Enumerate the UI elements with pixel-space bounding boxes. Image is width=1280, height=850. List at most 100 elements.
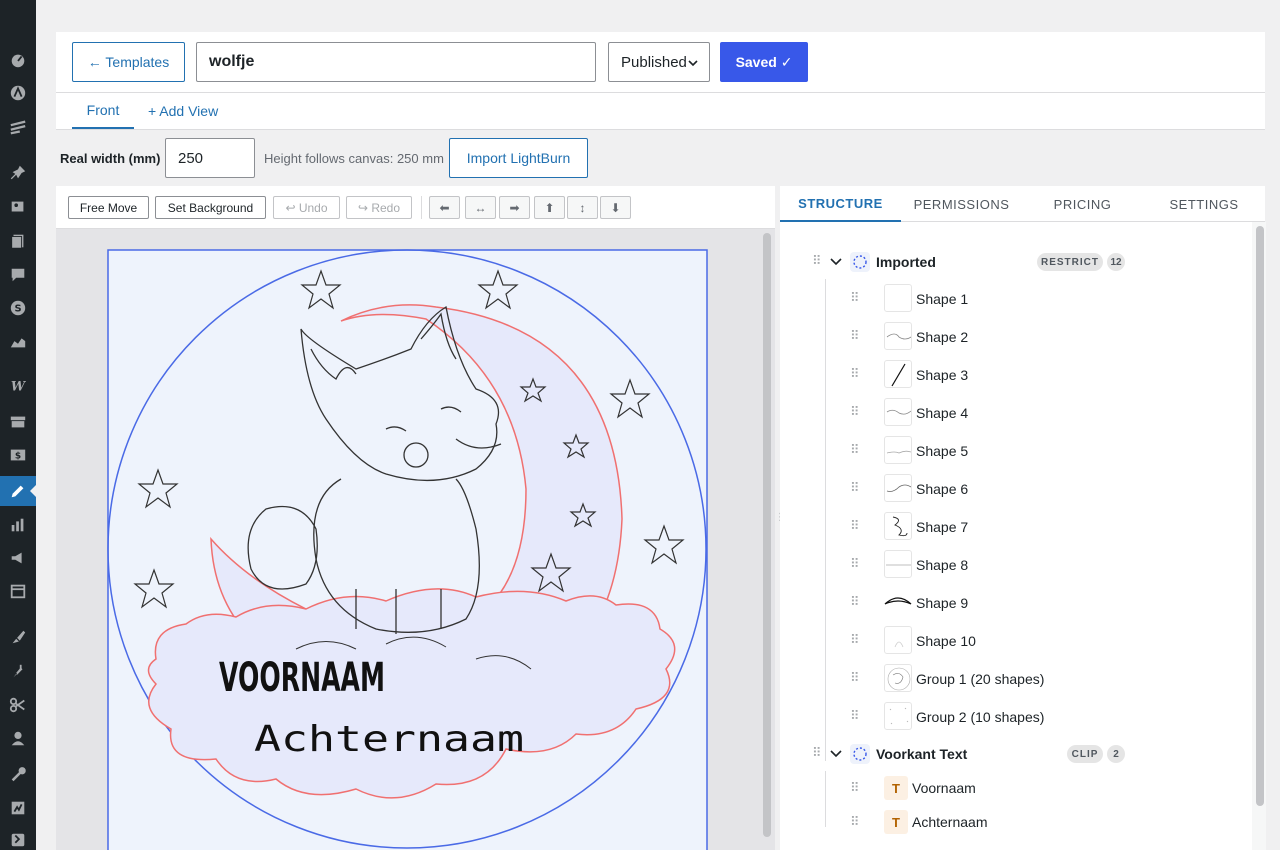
shape-thumbnail <box>884 322 912 350</box>
restrict-badge[interactable]: RESTRICT <box>1037 253 1103 271</box>
users-icon[interactable] <box>0 724 36 754</box>
payments-icon[interactable]: $ <box>0 440 36 470</box>
tree-item[interactable]: ⠿ Shape 10 <box>780 621 1250 659</box>
shape-thumbnail <box>884 436 912 464</box>
drag-handle-icon[interactable]: ⠿ <box>850 328 859 344</box>
align-center-h-button[interactable]: ↔ <box>465 196 496 219</box>
align-bottom-button[interactable]: ⬇ <box>600 196 631 219</box>
tree-group-imported[interactable]: ⠿ Imported RESTRICT 12 <box>780 247 1250 277</box>
canvas-last-name-text[interactable]: Achternaam <box>254 719 524 760</box>
tree-item[interactable]: ⠿ Shape 5 <box>780 431 1250 469</box>
drag-handle-icon[interactable]: ⠿ <box>850 366 859 382</box>
item-label: Shape 9 <box>916 595 969 611</box>
item-label: Group 2 (10 shapes) <box>916 709 1045 725</box>
drag-handle-icon[interactable]: ⠿ <box>850 708 859 724</box>
canvas-panel: Free Move Set Background ↩ Undo ↪ Redo ⬅… <box>56 186 775 850</box>
chevron-down-icon[interactable] <box>830 257 842 267</box>
align-center-v-button[interactable]: ↕ <box>567 196 598 219</box>
reports-icon[interactable] <box>0 510 36 540</box>
drag-handle-icon[interactable]: ⠿ <box>850 290 859 306</box>
tree-item[interactable]: ⠿ Shape 4 <box>780 393 1250 431</box>
clip-badge[interactable]: CLIP <box>1067 745 1103 763</box>
tree-item[interactable]: ⠿ Group 1 (20 shapes) <box>780 659 1250 697</box>
drag-handle-icon[interactable]: ⠿ <box>850 670 859 686</box>
align-top-button[interactable]: ⬆ <box>534 196 565 219</box>
save-button[interactable]: Saved ✓ <box>720 42 808 82</box>
free-move-button[interactable]: Free Move <box>68 196 149 219</box>
appearance-brush-icon[interactable] <box>0 622 36 652</box>
media-icon[interactable] <box>0 192 36 222</box>
tree-item[interactable]: ⠿ Shape 8 <box>780 545 1250 583</box>
collapse-icon[interactable] <box>0 825 36 850</box>
drag-handle-icon[interactable]: ⠿ <box>850 518 859 534</box>
tree-item[interactable]: ⠿ T Voornaam <box>780 771 1250 809</box>
tab-front[interactable]: Front <box>72 93 134 129</box>
align-left-button[interactable]: ⬅ <box>429 196 460 219</box>
drag-handle-icon[interactable]: ⠿ <box>850 780 859 796</box>
chevron-down-icon[interactable] <box>830 749 842 759</box>
tree-item[interactable]: ⠿ Shape 1 <box>780 279 1250 317</box>
tree-item[interactable]: ⠿ Shape 6 <box>780 469 1250 507</box>
tree-item[interactable]: ⠿ Shape 3 <box>780 355 1250 393</box>
toolbar-divider <box>421 196 422 219</box>
undo-button[interactable]: ↩ Undo <box>273 196 340 219</box>
posts-pin-icon[interactable] <box>0 158 36 188</box>
tree-item[interactable]: ⠿ Shape 7 <box>780 507 1250 545</box>
tools-scissors-icon[interactable] <box>0 690 36 720</box>
drag-handle-icon[interactable]: ⠿ <box>812 745 821 761</box>
import-lightburn-button[interactable]: Import LightBurn <box>449 138 588 178</box>
tree-group-voorkant-text[interactable]: ⠿ Voorkant Text CLIP 2 <box>780 739 1250 769</box>
plugins-icon[interactable] <box>0 657 36 687</box>
align-right-button[interactable]: ➡ <box>499 196 530 219</box>
shape-thumbnail <box>884 360 912 388</box>
dashboard-icon[interactable] <box>0 45 36 75</box>
shape-thumbnail <box>884 398 912 426</box>
design-canvas[interactable]: VOORNAAM Achternaam <box>56 229 775 850</box>
drag-handle-icon[interactable]: ⠿ <box>850 814 859 830</box>
panel-scrollbar[interactable] <box>1256 226 1264 806</box>
products-icon[interactable] <box>0 407 36 437</box>
drag-handle-icon[interactable]: ⠿ <box>850 556 859 572</box>
tree-item[interactable]: ⠿ Group 2 (10 shapes) <box>780 697 1250 735</box>
astra-icon[interactable] <box>0 78 36 108</box>
drag-handle-icon[interactable]: ⠿ <box>850 632 859 648</box>
tree-item[interactable]: ⠿ Shape 9 <box>780 583 1250 621</box>
designer-pencil-icon[interactable] <box>0 476 36 506</box>
tree-item[interactable]: ⠿ Shape 2 <box>780 317 1250 355</box>
drag-handle-icon[interactable]: ⠿ <box>812 253 821 269</box>
back-to-templates-button[interactable]: ← Templates <box>72 42 185 82</box>
calendar-icon[interactable] <box>0 576 36 606</box>
elementor-icon[interactable] <box>0 112 36 142</box>
marketing-icon[interactable] <box>0 543 36 573</box>
redo-button[interactable]: ↪ Redo <box>346 196 412 219</box>
pages-icon[interactable] <box>0 226 36 256</box>
tab-structure[interactable]: STRUCTURE <box>780 186 901 222</box>
status-select[interactable]: Published <box>608 42 710 82</box>
shape-thumbnail <box>884 512 912 540</box>
canvas-scrollbar[interactable] <box>763 233 771 837</box>
settings-wrench-icon[interactable] <box>0 759 36 789</box>
drag-handle-icon[interactable]: ⠿ <box>850 404 859 420</box>
drag-handle-icon[interactable]: ⠿ <box>850 480 859 496</box>
admin-sidebar: S W $ <box>0 0 36 850</box>
group-icon <box>850 744 870 764</box>
drag-handle-icon[interactable]: ⠿ <box>850 594 859 610</box>
seo-icon[interactable] <box>0 793 36 823</box>
tab-pricing[interactable]: PRICING <box>1022 186 1143 222</box>
add-view-link[interactable]: + Add View <box>148 93 218 129</box>
tree-item[interactable]: ⠿ T Achternaam <box>780 805 1250 843</box>
real-width-label: Real width (mm) <box>60 151 161 166</box>
panel-tabs: STRUCTURE PERMISSIONS PRICING SETTINGS <box>780 186 1265 222</box>
group-thumbnail <box>884 664 912 692</box>
tab-permissions[interactable]: PERMISSIONS <box>901 186 1022 222</box>
tab-settings[interactable]: SETTINGS <box>1143 186 1265 222</box>
real-width-input[interactable]: 250 <box>165 138 255 178</box>
canvas-first-name-text[interactable]: VOORNAAM <box>219 655 385 701</box>
woocommerce-s-icon[interactable]: S <box>0 293 36 323</box>
comments-icon[interactable] <box>0 260 36 290</box>
set-background-button[interactable]: Set Background <box>155 196 266 219</box>
analytics-icon[interactable] <box>0 327 36 357</box>
template-title-input[interactable]: wolfje <box>196 42 596 82</box>
drag-handle-icon[interactable]: ⠿ <box>850 442 859 458</box>
woo-icon[interactable]: W <box>0 371 36 401</box>
